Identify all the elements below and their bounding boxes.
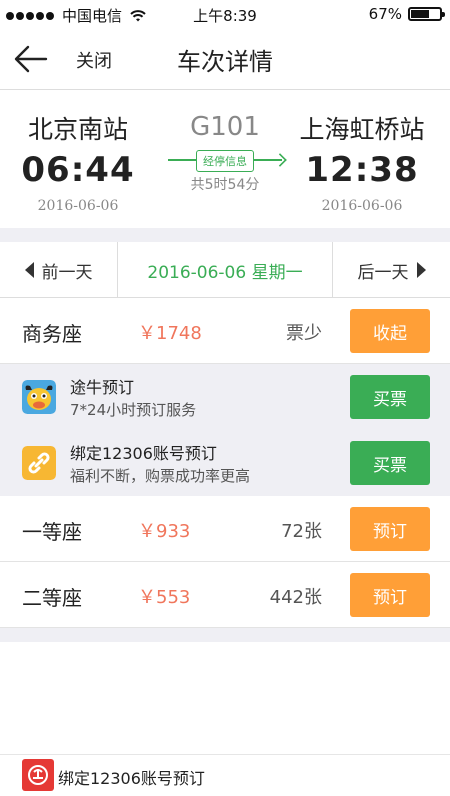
previous-day-button[interactable]: 前一天 — [0, 242, 118, 298]
date-selector: 前一天 2016-06-06 星期一 后一天 — [0, 242, 450, 298]
seat-class: 一等座 — [22, 520, 82, 544]
collapse-button[interactable]: 收起 — [350, 309, 430, 353]
arrival-date: 2016-06-06 — [321, 198, 403, 214]
battery-icon — [408, 7, 445, 21]
departure-info: 北京南站 06:44 2016-06-06 — [8, 90, 148, 214]
railway-emblem-icon — [28, 765, 48, 785]
trip-duration: 共5时54分 — [190, 177, 260, 193]
stops-info-button[interactable]: 经停信息 — [196, 150, 254, 172]
train-info: G101 经停信息 共5时54分 — [150, 90, 300, 194]
status-bar: 中国电信 上午8:39 67% — [0, 0, 450, 28]
link-icon — [22, 446, 56, 480]
section-divider — [0, 628, 450, 642]
current-date[interactable]: 2016-06-06 星期一 — [118, 242, 332, 298]
booking-option-tuniu: 途牛预订 7*24小时预订服务 买票 — [0, 364, 450, 430]
arrival-info: 上海虹桥站 12:38 2016-06-06 — [292, 90, 432, 214]
seat-price: ￥933 — [138, 521, 191, 542]
bottom-bar-label: 绑定12306账号预订 — [58, 769, 205, 788]
buy-ticket-button[interactable]: 买票 — [350, 375, 430, 419]
seat-price: ￥553 — [138, 587, 191, 608]
arrival-time: 12:38 — [305, 150, 419, 190]
option-subtitle: 7*24小时预订服务 — [70, 401, 197, 419]
seat-availability: 票少 — [286, 323, 322, 344]
option-title: 途牛预订 — [70, 378, 135, 397]
seat-availability: 72张 — [281, 521, 322, 542]
departure-time: 06:44 — [21, 150, 135, 190]
seat-price: ￥1748 — [138, 323, 202, 344]
option-title: 绑定12306账号预订 — [70, 444, 217, 463]
departure-date: 2016-06-06 — [37, 198, 119, 214]
seat-class: 二等座 — [22, 586, 82, 610]
battery-percent: 67% — [368, 5, 402, 23]
buy-ticket-button[interactable]: 买票 — [350, 441, 430, 485]
seat-row-business: 商务座 ￥1748 票少 收起 — [0, 298, 450, 364]
journey-summary: 北京南站 06:44 2016-06-06 G101 经停信息 共5时54分 上… — [0, 90, 450, 228]
booking-option-12306: 绑定12306账号预订 福利不断，购票成功率更高 买票 — [0, 430, 450, 496]
bottom-bar[interactable]: 绑定12306账号预订 — [0, 754, 450, 796]
seat-availability: 442张 — [269, 587, 322, 608]
battery-fill — [411, 10, 430, 18]
previous-day-label: 前一天 — [41, 262, 93, 283]
status-right: 67% — [368, 5, 445, 23]
next-day-label: 后一天 — [357, 262, 409, 283]
stops-indicator: 经停信息 — [150, 148, 300, 172]
section-divider — [0, 228, 450, 242]
seat-row-second-class: 二等座 ￥553 442张 预订 — [0, 562, 450, 628]
seat-row-first-class: 一等座 ￥933 72张 预订 — [0, 496, 450, 562]
book-button[interactable]: 预订 — [350, 573, 430, 617]
route-arrow-icon — [273, 153, 287, 167]
option-subtitle: 福利不断，购票成功率更高 — [70, 467, 251, 485]
train-number: G101 — [190, 112, 260, 142]
triangle-left-icon — [24, 262, 34, 278]
page-title: 车次详情 — [177, 48, 273, 76]
departure-station: 北京南站 — [27, 115, 128, 144]
nav-bar: 关闭 车次详情 — [0, 28, 450, 90]
seat-class: 商务座 — [22, 322, 82, 346]
next-day-button[interactable]: 后一天 — [332, 242, 450, 298]
tuniu-logo-icon — [22, 380, 56, 414]
railway-logo-icon — [22, 759, 54, 791]
triangle-right-icon — [416, 262, 426, 278]
book-button[interactable]: 预订 — [350, 507, 430, 551]
arrival-station: 上海虹桥站 — [299, 115, 425, 144]
